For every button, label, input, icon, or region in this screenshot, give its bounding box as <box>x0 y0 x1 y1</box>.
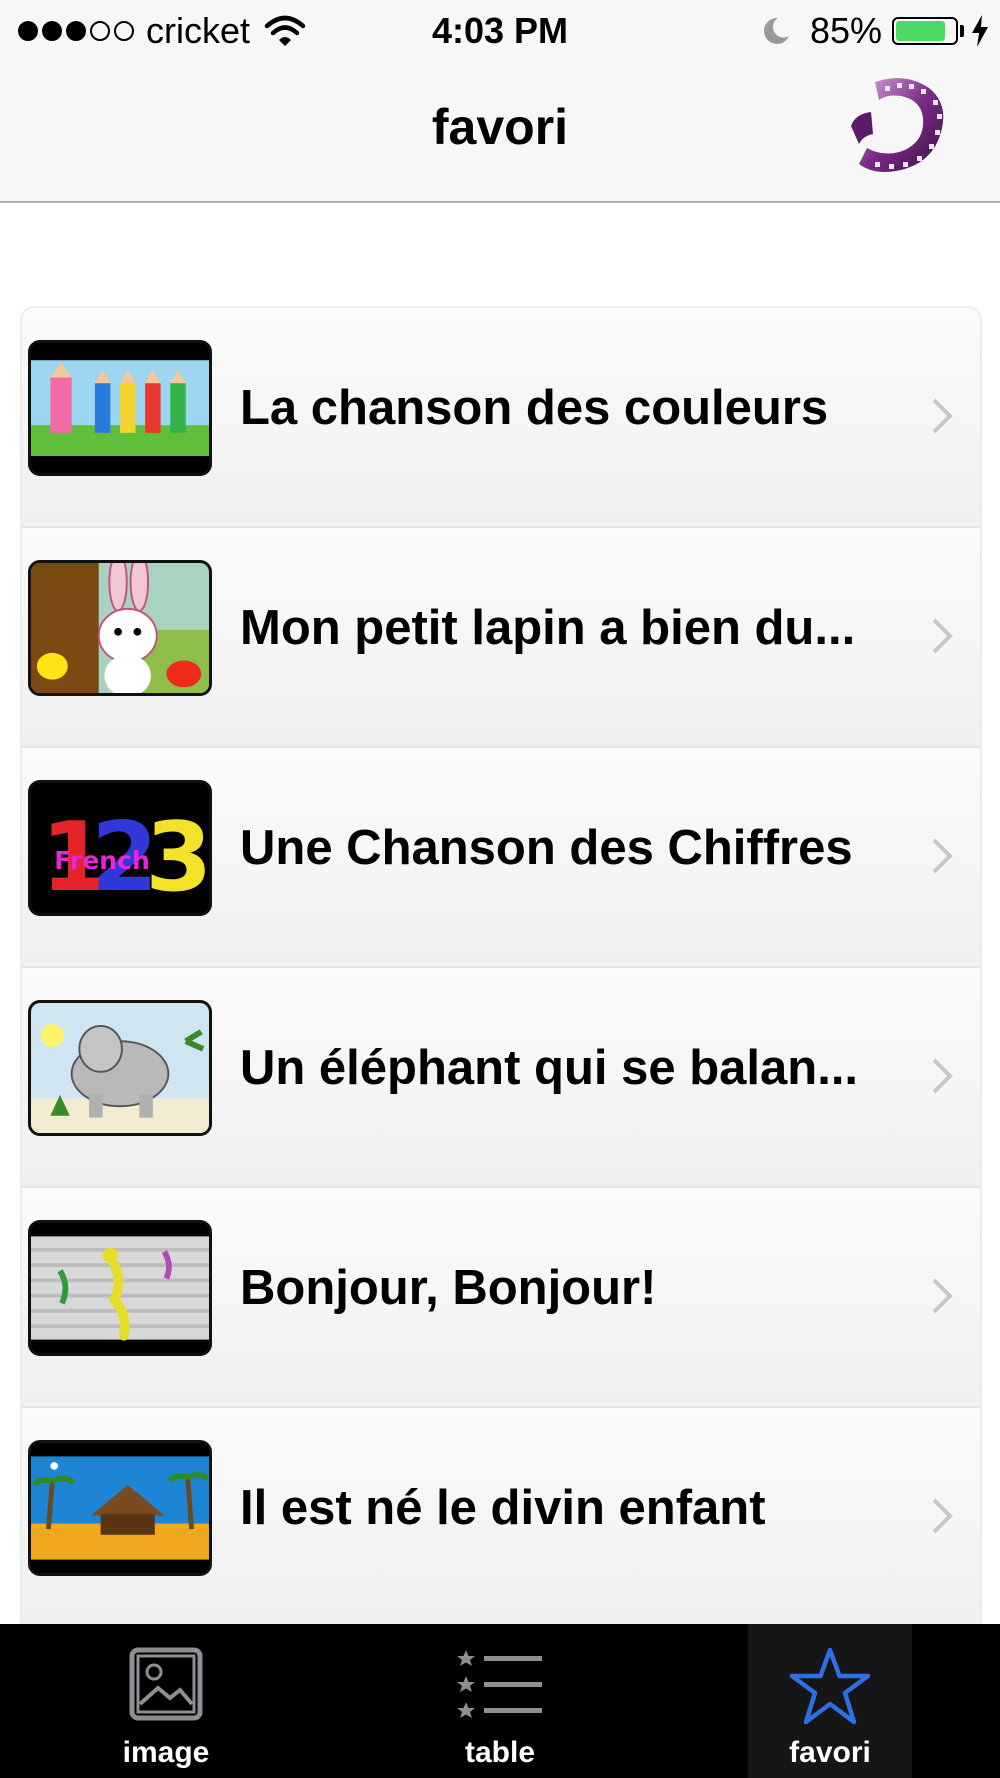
tab-favori[interactable]: favori <box>748 1624 912 1778</box>
numbers-123-thumbnail: 1 2 3 French <box>28 780 212 916</box>
colored-pencils-thumbnail <box>28 340 212 476</box>
image-icon <box>129 1647 203 1721</box>
list-icon <box>457 1650 542 1718</box>
do-not-disturb-moon-icon <box>763 17 789 44</box>
list-item[interactable]: Mon petit lapin a bien du... <box>22 528 980 748</box>
tab-table[interactable]: table <box>390 1624 610 1778</box>
film-reel-icon[interactable] <box>845 74 955 186</box>
battery-percentage: 85% <box>809 10 882 51</box>
tab-label: favori <box>789 1736 871 1769</box>
list-item[interactable]: Bonjour, Bonjour! <box>22 1188 980 1408</box>
list-item[interactable]: La chanson des couleurs <box>22 308 980 528</box>
tab-bar: image table favori <box>0 1624 1000 1778</box>
rabbit-thumbnail <box>28 560 212 696</box>
list-item-title: Bonjour, Bonjour! <box>240 1261 657 1315</box>
battery-cap <box>960 25 964 37</box>
chevron-right-icon <box>932 1498 953 1534</box>
svg-text:3: 3 <box>145 802 209 913</box>
chevron-right-icon <box>932 1278 953 1314</box>
nativity-thumbnail <box>28 1440 212 1576</box>
chevron-right-icon <box>932 1058 953 1094</box>
list-item-title: Mon petit lapin a bien du... <box>240 601 856 655</box>
dancing-figures-thumbnail <box>28 1220 212 1356</box>
tab-image[interactable]: image <box>56 1624 276 1778</box>
favorites-list: La chanson des couleurs Mon petit lapin … <box>20 306 982 1648</box>
star-icon <box>789 1647 871 1725</box>
list-item-title: Il est né le divin enfant <box>240 1481 766 1535</box>
charging-bolt-icon <box>972 15 988 47</box>
tab-label: table <box>464 1736 536 1769</box>
status-right: 85% <box>760 10 990 52</box>
list-item-title: La chanson des couleurs <box>240 381 829 435</box>
list-item-title: Un éléphant qui se balan... <box>240 1041 859 1095</box>
chevron-right-icon <box>932 618 953 654</box>
list-item[interactable]: Il est né le divin enfant <box>22 1408 980 1628</box>
list-item-title: Une Chanson des Chiffres <box>240 821 853 875</box>
list-item[interactable]: Un éléphant qui se balan... <box>22 968 980 1188</box>
status-bar: cricket 4:03 PM 85% <box>0 0 1000 64</box>
navigation-bar: favori <box>0 64 1000 203</box>
thumbnail-caption: French <box>54 846 150 875</box>
chevron-right-icon <box>932 398 953 434</box>
chevron-right-icon <box>932 838 953 874</box>
battery-icon <box>892 17 958 45</box>
elephant-thumbnail <box>28 1000 212 1136</box>
list-item[interactable]: 1 2 3 French Une Chanson des Chiffres <box>22 748 980 968</box>
tab-label: image <box>122 1736 210 1769</box>
battery-level-fill <box>896 21 946 41</box>
